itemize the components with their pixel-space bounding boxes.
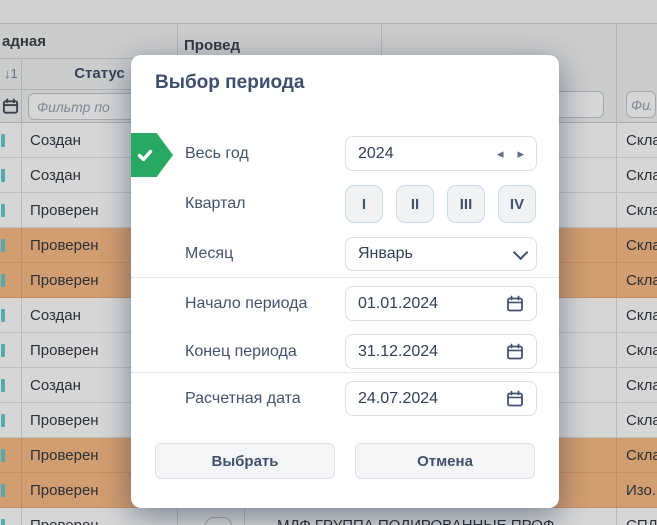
year-value: 2024 [358,144,394,162]
quarter-row: Квартал I II III IV [131,185,559,223]
quarter-label: Квартал [185,195,246,212]
select-button[interactable]: Выбрать [155,443,335,479]
period-start-value: 01.01.2024 [358,294,439,312]
calendar-icon[interactable] [506,390,524,408]
calc-date-label: Расчетная дата [185,389,301,407]
month-select[interactable]: Январь [345,237,537,271]
month-label: Месяц [185,245,234,262]
calendar-icon[interactable] [506,343,524,361]
dialog-title: Выбор периода [155,72,305,93]
cancel-button[interactable]: Отмена [355,443,535,479]
calc-date-input[interactable]: 24.07.2024 [345,381,537,416]
quarter-4-button[interactable]: IV [498,185,536,223]
divider [131,372,559,373]
year-prev-button[interactable]: ◂ [497,147,504,160]
period-start-input[interactable]: 01.01.2024 [345,286,537,321]
dialog-actions: Выбрать Отмена [131,443,559,479]
period-start-row: Начало периода 01.01.2024 [131,286,559,321]
quarter-2-button[interactable]: II [396,185,434,223]
quarter-3-button[interactable]: III [447,185,485,223]
period-start-label: Начало периода [185,294,308,312]
period-end-input[interactable]: 31.12.2024 [345,334,537,369]
year-label: Весь год [185,144,249,162]
calc-date-row: Расчетная дата 24.07.2024 [131,381,559,416]
month-value: Январь [358,245,413,262]
period-end-value: 31.12.2024 [358,342,439,360]
year-stepper[interactable]: 2024 ◂ ▸ [345,136,537,171]
divider [131,277,559,278]
quarter-1-button[interactable]: I [345,185,383,223]
period-end-label: Конец периода [185,342,297,360]
month-row: Месяц Январь [131,237,559,271]
calendar-icon[interactable] [506,295,524,313]
period-select-dialog: Выбор периода Весь год 2024 ◂ ▸ Квартал … [131,55,559,508]
period-end-row: Конец периода 31.12.2024 [131,334,559,369]
year-row: Весь год 2024 ◂ ▸ [131,136,559,171]
year-next-button[interactable]: ▸ [517,147,524,160]
chevron-down-icon [512,244,529,260]
calc-date-value: 24.07.2024 [358,389,439,407]
app-window: адная Провед ↓1 Статус Созд [0,0,657,525]
